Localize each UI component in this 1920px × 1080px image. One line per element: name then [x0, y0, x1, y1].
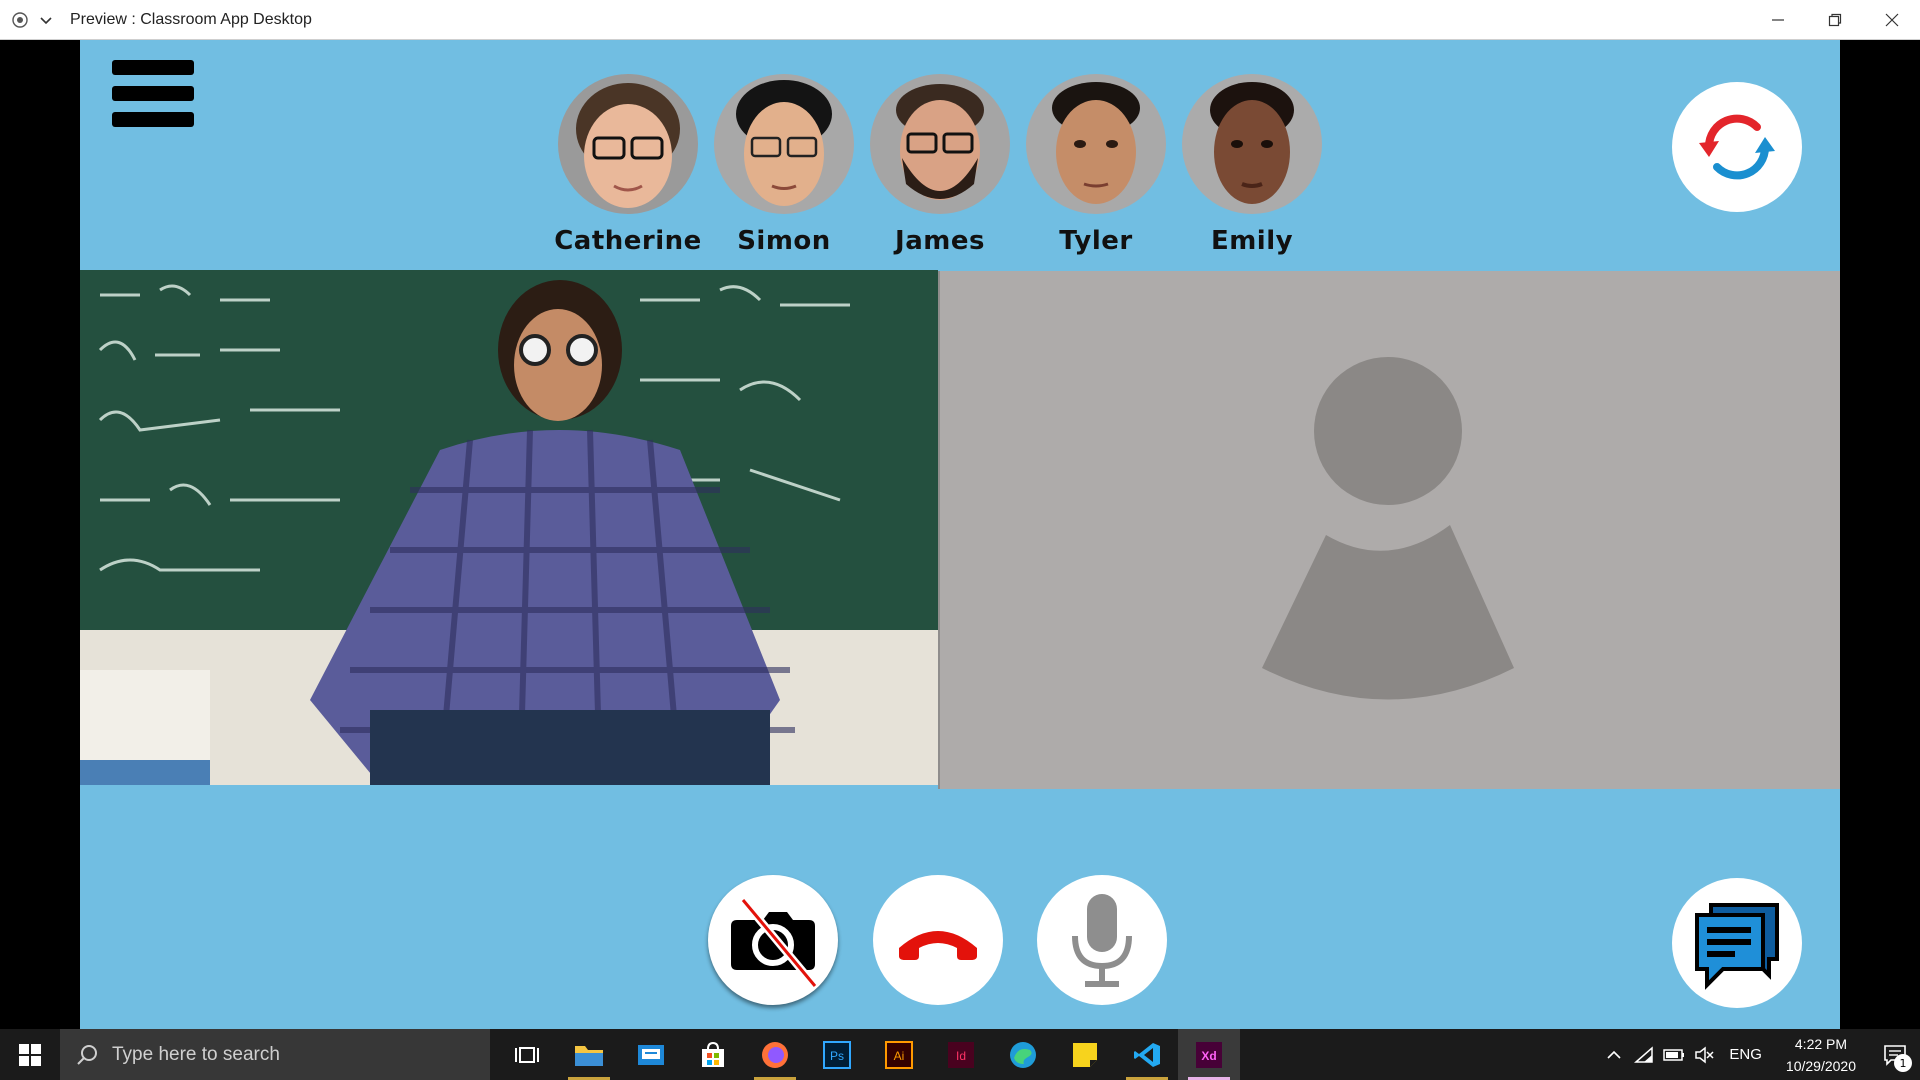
- input-language[interactable]: ENG: [1729, 1046, 1762, 1063]
- window-titlebar: Preview : Classroom App Desktop: [0, 0, 1920, 40]
- end-call-button[interactable]: [873, 875, 1003, 1005]
- menu-bar: [112, 86, 194, 101]
- windows-logo-icon: [19, 1043, 41, 1066]
- switch-camera-button[interactable]: [1672, 82, 1802, 212]
- chevron-down-icon[interactable]: [38, 12, 54, 28]
- avatar: [870, 74, 1010, 214]
- firefox-icon: [762, 1041, 788, 1068]
- minimize-icon: [1771, 19, 1784, 21]
- adobe-xd-icon: Xd: [1196, 1041, 1222, 1068]
- participant-name: James: [895, 226, 985, 256]
- taskbar-illustrator[interactable]: Ai: [868, 1029, 930, 1080]
- record-icon: [12, 12, 28, 28]
- edge-icon: [1010, 1041, 1036, 1068]
- taskbar-adobe-xd[interactable]: Xd: [1178, 1029, 1240, 1080]
- clock-date: 10/29/2020: [1785, 1057, 1856, 1074]
- taskbar-search[interactable]: Type here to search: [60, 1029, 490, 1080]
- taskbar-mail[interactable]: [620, 1029, 682, 1080]
- taskbar-file-explorer[interactable]: [558, 1029, 620, 1080]
- user-placeholder-icon: [1262, 357, 1514, 700]
- avatar: [1026, 74, 1166, 214]
- menu-bar: [112, 60, 194, 75]
- battery-icon: [1663, 1048, 1685, 1061]
- sticky-note-icon: [1073, 1042, 1097, 1067]
- clock-time: 4:22 PM: [1794, 1035, 1848, 1052]
- menu-button[interactable]: [112, 60, 194, 128]
- close-button[interactable]: [1863, 0, 1920, 40]
- volume-muted-icon: [1695, 1045, 1714, 1064]
- windows-taskbar: Type here to search Ps Ai Id Xd ENG 4:22…: [0, 1029, 1920, 1080]
- notification-count-badge: 1: [1894, 1054, 1912, 1072]
- chat-icon: [1695, 903, 1779, 990]
- avatar: [714, 74, 854, 214]
- illustrator-icon: Ai: [885, 1040, 913, 1069]
- participant-name: Catherine: [554, 226, 702, 256]
- avatar: [558, 74, 698, 214]
- illustrator-label: Ai: [894, 1049, 905, 1063]
- adobe-xd-label: Xd: [1201, 1049, 1216, 1063]
- taskbar-microsoft-store[interactable]: [682, 1029, 744, 1080]
- participant-simon[interactable]: Simon: [706, 74, 862, 256]
- hang-up-icon: [899, 931, 977, 960]
- show-hidden-icons-button[interactable]: [1601, 1042, 1627, 1068]
- battery-button[interactable]: [1661, 1042, 1687, 1068]
- folder-icon: [575, 1045, 603, 1066]
- classroom-app: Catherine Simon James Tyler Emily: [80, 40, 1840, 1029]
- peer-video-placeholder: [938, 271, 1840, 789]
- camera-off-icon: [731, 897, 819, 989]
- participant-emily[interactable]: Emily: [1174, 74, 1330, 256]
- action-center-button[interactable]: 1: [1870, 1029, 1920, 1080]
- system-tray: ENG 4:22 PM 10/29/2020 1: [1599, 1029, 1920, 1080]
- main-video-feed: [80, 270, 938, 785]
- taskbar-sticky-notes[interactable]: [1054, 1029, 1116, 1080]
- taskbar-photoshop[interactable]: Ps: [806, 1029, 868, 1080]
- chevron-up-icon: [1607, 1050, 1621, 1059]
- window-title: Preview : Classroom App Desktop: [70, 11, 312, 28]
- taskbar-task-view[interactable]: [496, 1029, 558, 1080]
- taskbar-edge[interactable]: [992, 1029, 1054, 1080]
- participant-catherine[interactable]: Catherine: [550, 74, 706, 256]
- volume-button[interactable]: [1691, 1042, 1717, 1068]
- close-icon: [1885, 13, 1898, 27]
- photoshop-label: Ps: [830, 1049, 844, 1063]
- participant-name: Tyler: [1059, 226, 1133, 256]
- taskbar-firefox[interactable]: [744, 1029, 806, 1080]
- indesign-label: Id: [956, 1049, 966, 1063]
- mail-icon: [638, 1044, 664, 1065]
- indesign-icon: Id: [948, 1041, 974, 1068]
- restore-icon: [1828, 13, 1841, 27]
- taskbar-indesign[interactable]: Id: [930, 1029, 992, 1080]
- avatar: [1182, 74, 1322, 214]
- photoshop-icon: Ps: [823, 1040, 851, 1069]
- microphone-icon: [1072, 894, 1132, 987]
- store-icon: [702, 1041, 724, 1067]
- vscode-icon: [1134, 1042, 1160, 1067]
- camera-toggle-button[interactable]: [708, 875, 838, 1005]
- search-placeholder: Type here to search: [112, 1043, 280, 1065]
- menu-bar: [112, 112, 194, 127]
- taskbar-apps: Ps Ai Id Xd: [496, 1029, 1240, 1080]
- participant-james[interactable]: James: [862, 74, 1018, 256]
- taskbar-clock[interactable]: 4:22 PM 10/29/2020: [1786, 1033, 1856, 1077]
- start-button[interactable]: [0, 1029, 60, 1080]
- network-button[interactable]: [1631, 1042, 1657, 1068]
- participant-name: Emily: [1210, 226, 1294, 256]
- search-icon: [77, 1044, 97, 1065]
- participant-tyler[interactable]: Tyler: [1018, 74, 1174, 256]
- participant-name: Simon: [737, 226, 831, 256]
- sync-icon: [1699, 114, 1775, 180]
- participants-strip: Catherine Simon James Tyler Emily: [550, 74, 1330, 256]
- restore-button[interactable]: [1806, 0, 1863, 40]
- task-view-icon: [515, 1046, 539, 1063]
- wifi-icon: [1634, 1045, 1654, 1063]
- minimize-button[interactable]: [1749, 0, 1806, 40]
- chat-button[interactable]: [1672, 878, 1802, 1008]
- microphone-toggle-button[interactable]: [1037, 875, 1167, 1005]
- taskbar-vscode[interactable]: [1116, 1029, 1178, 1080]
